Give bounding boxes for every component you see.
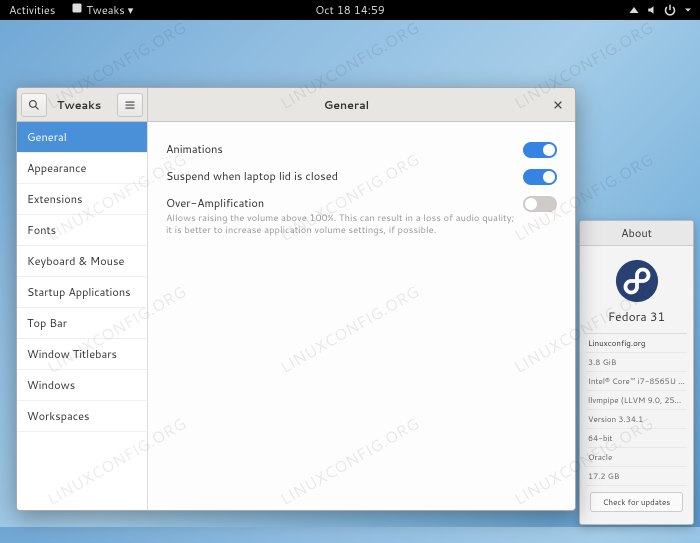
settings-content: Animations Suspend when laptop lid is cl… [148, 122, 575, 510]
sidebar-title: Tweaks [51, 97, 113, 113]
titlebar: Tweaks General [17, 88, 575, 122]
search-button[interactable] [21, 93, 47, 117]
sidebar-item-appearance[interactable]: Appearance [17, 153, 147, 184]
current-app-label: Tweaks ▾ [86, 2, 133, 18]
about-row-hostname: Linuxconfig.org [586, 334, 687, 353]
network-icon [628, 4, 640, 16]
page-title: General [148, 97, 545, 113]
tweaks-window: Tweaks General General Appearance Extens… [16, 87, 576, 511]
about-details-list: Linuxconfig.org 3.8 GiB Intel® Core™ i7-… [586, 333, 687, 486]
gnome-top-bar: Activities Tweaks ▾ Oct 18 14:59 [0, 0, 700, 20]
volume-icon [646, 4, 658, 16]
hamburger-icon [124, 99, 136, 111]
setting-description: Allows raising the volume above 100%. Th… [166, 213, 515, 238]
fedora-logo-icon [614, 258, 660, 304]
sidebar-item-window-titlebars[interactable]: Window Titlebars [17, 339, 147, 370]
search-icon [28, 99, 40, 111]
system-status-area[interactable] [628, 4, 694, 16]
sidebar-item-keyboard-mouse[interactable]: Keyboard & Mouse [17, 246, 147, 277]
close-icon [553, 100, 563, 110]
sidebar-item-general[interactable]: General [17, 122, 147, 153]
power-icon [664, 4, 676, 16]
sidebar-item-windows[interactable]: Windows [17, 370, 147, 401]
setting-label: Suspend when laptop lid is closed [166, 168, 515, 184]
close-button[interactable] [545, 93, 571, 117]
about-row-disk: 17.2 GB [586, 467, 687, 486]
setting-label: Over-Amplification [166, 195, 515, 211]
about-window: About Fedora 31 Linuxconfig.org 3.8 GiB … [579, 220, 694, 525]
about-row-virtualization: Oracle [586, 448, 687, 467]
suspend-lid-switch[interactable] [523, 169, 557, 185]
setting-row-animations: Animations [166, 136, 557, 163]
sidebar-item-extensions[interactable]: Extensions [17, 184, 147, 215]
check-updates-button[interactable]: Check for updates [590, 492, 683, 512]
sidebar-item-workspaces[interactable]: Workspaces [17, 401, 147, 432]
sidebar: General Appearance Extensions Fonts Keyb… [17, 122, 148, 510]
setting-row-over-amplification: Over-Amplification Allows raising the vo… [166, 190, 557, 243]
sidebar-item-fonts[interactable]: Fonts [17, 215, 147, 246]
hamburger-menu-button[interactable] [117, 93, 143, 117]
chevron-down-icon [682, 4, 694, 16]
about-row-graphics: llvmpipe (LLVM 9.0, 256 bits) [586, 391, 687, 410]
clock[interactable]: Oct 18 14:59 [312, 2, 388, 18]
about-row-os-type: 64-bit [586, 429, 687, 448]
activities-button[interactable]: Activities [6, 2, 58, 18]
tweaks-app-icon [71, 2, 83, 14]
about-row-processor: Intel® Core™ i7-8565U CPU @ … [586, 372, 687, 391]
current-app-indicator[interactable]: Tweaks ▾ [68, 2, 136, 18]
animations-switch[interactable] [523, 142, 557, 158]
about-row-gnome-version: Version 3.34.1 [586, 410, 687, 429]
distro-name: Fedora 31 [586, 308, 687, 325]
over-amplification-switch[interactable] [523, 196, 557, 212]
sidebar-item-startup-applications[interactable]: Startup Applications [17, 277, 147, 308]
about-row-memory: 3.8 GiB [586, 353, 687, 372]
about-title: About [580, 221, 693, 246]
setting-row-suspend-lid: Suspend when laptop lid is closed [166, 163, 557, 190]
setting-label: Animations [166, 141, 515, 157]
sidebar-item-top-bar[interactable]: Top Bar [17, 308, 147, 339]
